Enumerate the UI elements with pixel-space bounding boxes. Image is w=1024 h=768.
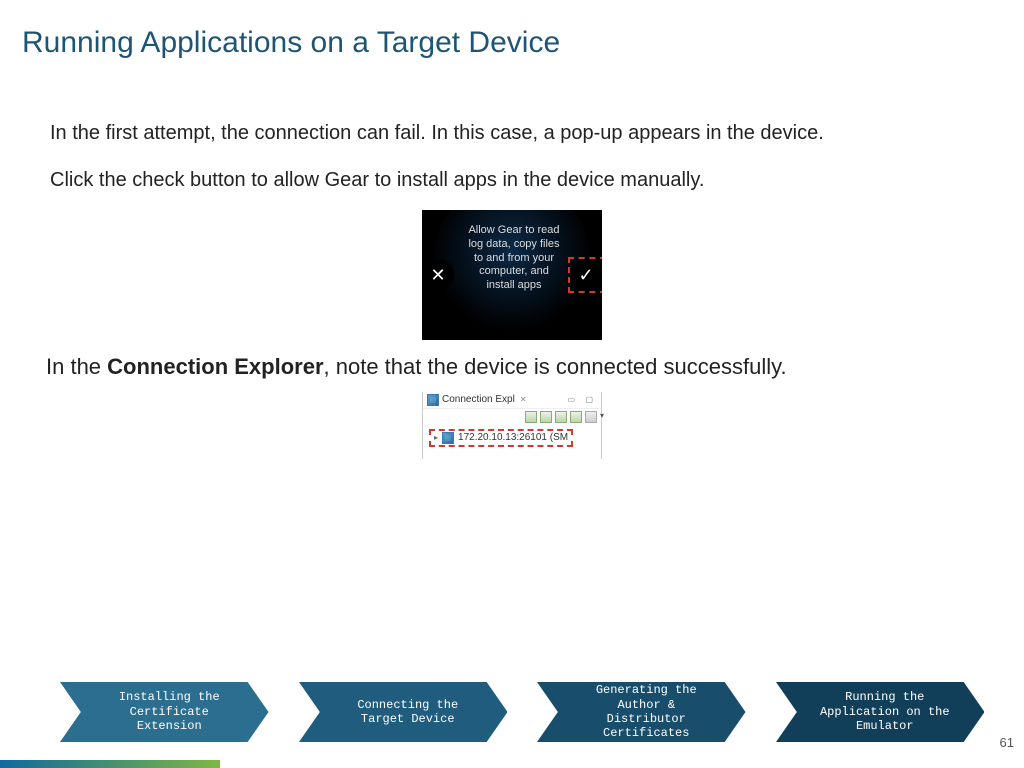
toolbar-icon-1[interactable] [525,411,537,423]
connection-explorer-icon [427,394,439,406]
device-label: 172.20.10.13:26101 (SM [458,432,568,443]
page-title: Running Applications on a Target Device [0,0,1024,60]
page-number: 61 [1000,735,1014,750]
device-icon [442,432,454,444]
watch-cancel-button[interactable]: ✕ [422,259,454,291]
watch-message: Allow Gear to read log data, copy files … [464,224,564,293]
nav-step-1[interactable]: Installing the Certificate Extension [60,682,269,742]
nav-step-3[interactable]: Generating the Author & Distributor Cert… [537,682,746,742]
close-tab-icon[interactable]: ✕ [520,395,527,404]
nav-step-4[interactable]: Running the Application on the Emulator [776,682,985,742]
paragraph-2: Click the check button to allow Gear to … [0,167,1024,194]
watch-screenshot: Allow Gear to read log data, copy files … [0,210,1024,340]
connected-device-entry[interactable]: ▸ 172.20.10.13:26101 (SM [429,429,573,447]
para3-suffix: , note that the device is connected succ… [324,354,787,379]
step-navigation: Installing the Certificate Extension Con… [0,682,1024,742]
connection-explorer-tab-label: Connection Expl [442,394,515,405]
connection-explorer-toolbar [423,409,601,425]
nav-step-2[interactable]: Connecting the Target Device [299,682,508,742]
paragraph-3: In the Connection Explorer, note that th… [0,352,1024,382]
paragraph-1: In the first attempt, the connection can… [0,120,1024,147]
nav-step-3-label: Generating the Author & Distributor Cert… [576,683,707,741]
para3-bold: Connection Explorer [107,354,323,379]
footer-accent-bar [0,760,220,768]
nav-step-2-label: Connecting the Target Device [337,698,468,727]
nav-step-1-label: Installing the Certificate Extension [99,690,230,733]
connection-explorer-screenshot: Connection Expl ✕ ▭ ▢ ▸ 172.20.10.13:261… [0,392,1024,459]
watch-confirm-button[interactable]: ✓ [570,259,602,291]
para3-prefix: In the [46,354,107,379]
toolbar-icon-menu[interactable] [585,411,597,423]
panel-window-controls[interactable]: ▭ ▢ [568,395,597,404]
nav-step-4-label: Running the Application on the Emulator [800,690,960,733]
toolbar-icon-4[interactable] [570,411,582,423]
toolbar-icon-2[interactable] [540,411,552,423]
connection-explorer-tab[interactable]: Connection Expl ✕ [427,394,527,406]
toolbar-icon-3[interactable] [555,411,567,423]
expand-tree-icon[interactable]: ▸ [434,433,438,442]
